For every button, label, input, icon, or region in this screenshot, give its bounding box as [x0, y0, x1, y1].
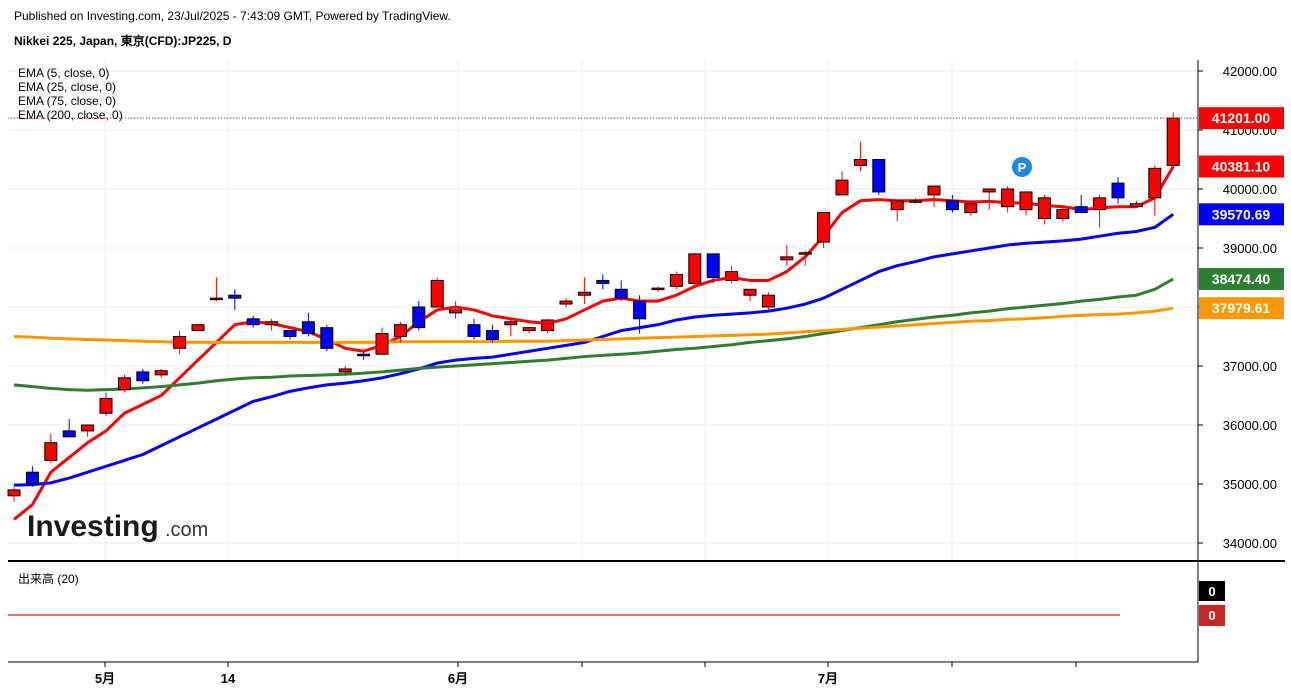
y-tick-label: 34000.00 — [1223, 536, 1277, 551]
grid — [8, 60, 1198, 561]
volume-value-black: 0 — [1199, 581, 1225, 601]
candle[interactable] — [872, 159, 886, 195]
time-axis: 5月 14 6月 7月 — [95, 662, 1077, 686]
candle[interactable] — [25, 466, 39, 487]
candle[interactable] — [504, 318, 518, 337]
candle[interactable] — [1001, 186, 1015, 213]
x-tick-label: 6月 — [448, 671, 468, 686]
candle[interactable] — [136, 368, 150, 384]
volume-value-red: 0 — [1199, 605, 1225, 626]
candle[interactable] — [191, 324, 205, 332]
candle[interactable] — [1074, 194, 1088, 214]
legend-ema25: EMA (25, close, 0) — [18, 80, 116, 94]
candle[interactable] — [614, 280, 628, 302]
candle[interactable] — [743, 288, 757, 302]
candle[interactable] — [485, 324, 499, 343]
ema-line-1 — [13, 213, 1175, 487]
candle[interactable] — [173, 330, 187, 355]
candle[interactable] — [62, 419, 76, 438]
svg-text:0: 0 — [1208, 608, 1215, 623]
y-tick-label: 36000.00 — [1223, 418, 1277, 433]
candle[interactable] — [44, 433, 58, 464]
candle[interactable] — [154, 368, 168, 378]
svg-text:.com: .com — [165, 519, 208, 541]
candle[interactable] — [1037, 194, 1051, 225]
candle[interactable] — [449, 301, 463, 319]
candle[interactable] — [1111, 177, 1125, 204]
legend-ema75: EMA (75, close, 0) — [18, 94, 116, 108]
candle[interactable] — [430, 277, 444, 308]
candle[interactable] — [853, 141, 867, 172]
candle[interactable] — [522, 327, 536, 334]
last-value-labels: 41201.00 40381.10 39570.69 38474.40 37979.61 — [1199, 107, 1284, 320]
candle[interactable] — [541, 318, 555, 334]
indicator-legend: EMA (5, close, 0) EMA (25, close, 0) EMA… — [18, 66, 123, 122]
candle[interactable] — [1166, 112, 1180, 169]
candle[interactable] — [1056, 206, 1070, 222]
x-tick-label: 7月 — [818, 671, 838, 686]
candle[interactable] — [982, 188, 996, 210]
candle[interactable] — [1129, 200, 1143, 208]
candle[interactable] — [596, 274, 610, 290]
candle[interactable] — [1019, 191, 1033, 216]
candle[interactable] — [283, 330, 297, 340]
candle[interactable] — [1093, 194, 1107, 228]
svg-text:P: P — [1018, 160, 1027, 175]
last-value-label: 39570.69 — [1199, 203, 1284, 226]
candle[interactable] — [81, 424, 95, 437]
price-chart[interactable]: EMA (5, close, 0) EMA (25, close, 0) EMA… — [0, 0, 1291, 695]
candle[interactable] — [357, 351, 371, 361]
legend-ema5: EMA (5, close, 0) — [18, 66, 109, 80]
candle[interactable] — [117, 374, 131, 393]
ema-lines — [13, 165, 1175, 521]
candle[interactable] — [577, 277, 591, 305]
candle[interactable] — [467, 318, 481, 340]
candle[interactable] — [927, 185, 941, 207]
y-tick-label: 39000.00 — [1223, 241, 1277, 256]
y-tick-label: 35000.00 — [1223, 477, 1277, 492]
candle[interactable] — [725, 265, 739, 284]
candle[interactable] — [761, 292, 775, 310]
candle[interactable] — [7, 486, 21, 502]
legend-ema200: EMA (200, close, 0) — [18, 108, 123, 122]
last-value-label: 41201.00 — [1199, 107, 1284, 130]
svg-text:38474.40: 38474.40 — [1212, 271, 1271, 287]
candle[interactable] — [890, 200, 904, 222]
candle[interactable] — [246, 315, 260, 328]
candle[interactable] — [669, 271, 683, 290]
x-tick-label: 14 — [221, 671, 236, 686]
p-marker-icon[interactable]: P — [1012, 157, 1032, 177]
svg-text:Investing: Investing — [27, 510, 159, 543]
svg-text:41201.00: 41201.00 — [1212, 110, 1271, 126]
last-value-label: 37979.61 — [1199, 297, 1284, 320]
candle[interactable] — [209, 277, 223, 302]
y-tick-label: 42000.00 — [1223, 64, 1277, 79]
candle[interactable] — [835, 171, 849, 196]
candle[interactable] — [320, 324, 334, 352]
svg-text:40381.10: 40381.10 — [1212, 159, 1271, 175]
ema-line-2 — [13, 277, 1174, 392]
candle[interactable] — [99, 392, 113, 417]
candle[interactable] — [1148, 165, 1162, 216]
candle[interactable] — [688, 253, 702, 287]
candle[interactable] — [945, 194, 959, 213]
candle[interactable] — [909, 197, 923, 204]
candle[interactable] — [559, 298, 573, 307]
last-value-label: 40381.10 — [1199, 155, 1284, 178]
ema-line-3 — [13, 306, 1174, 344]
svg-text:39570.69: 39570.69 — [1212, 206, 1271, 222]
candle[interactable] — [265, 318, 279, 331]
investing-logo: Investing .com — [27, 510, 208, 543]
y-tick-label: 37000.00 — [1223, 359, 1277, 374]
candle[interactable] — [375, 327, 389, 355]
svg-text:37979.61: 37979.61 — [1212, 300, 1271, 316]
svg-text:0: 0 — [1208, 584, 1215, 599]
candle[interactable] — [412, 301, 426, 331]
last-value-label: 38474.40 — [1199, 268, 1284, 291]
candle[interactable] — [301, 312, 315, 337]
x-tick-label: 5月 — [95, 671, 115, 686]
volume-label: 出来高 (20) — [18, 571, 79, 586]
candle[interactable] — [651, 286, 665, 293]
y-tick-label: 40000.00 — [1223, 182, 1277, 197]
